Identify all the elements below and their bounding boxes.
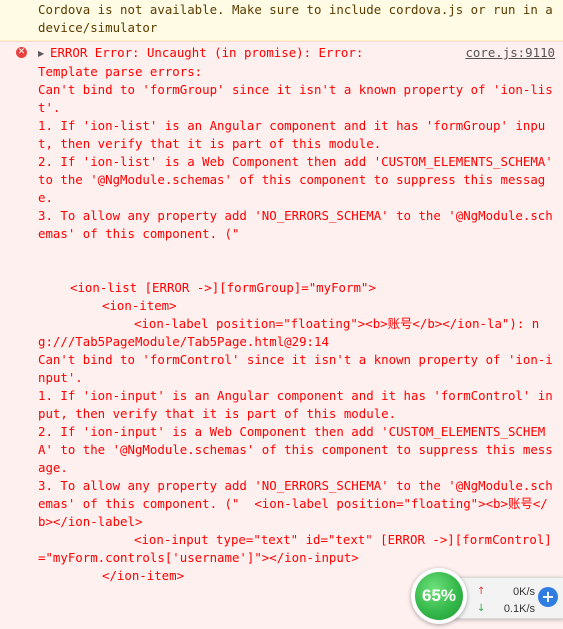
error-line: 1. If 'ion-input' is an Angular componen… (38, 388, 553, 421)
error-line: 1. If 'ion-list' is an Angular component… (38, 118, 546, 151)
download-speed-row: ↓ 0.1K/s (477, 600, 535, 618)
error-line: 2. If 'ion-list' is a Web Component then… (38, 154, 561, 205)
network-speed-widget[interactable]: 65% ↑ 0K/s ↓ 0.1K/s + (411, 568, 563, 624)
download-arrow-icon: ↓ (477, 603, 486, 614)
warning-text: Cordova is not available. Make sure to i… (38, 2, 561, 35)
error-circle-icon: ✕ (16, 47, 27, 58)
plus-button[interactable]: + (538, 587, 558, 607)
memory-gauge[interactable]: 65% (411, 568, 467, 624)
console-warning-message: Cordova is not available. Make sure to i… (0, 0, 563, 41)
error-line: 2. If 'ion-input' is a Web Component the… (38, 424, 553, 475)
template-line: <ion-label position="floating"><b>账号</b>… (38, 316, 540, 349)
error-line: Can't bind to 'formGroup' since it isn't… (38, 82, 553, 115)
console-error-message: ✕ ▶ ERROR Error: Uncaught (in promise): E… (0, 41, 563, 629)
template-line: <ion-list [ERROR ->][formGroup]="myForm"… (70, 280, 376, 295)
error-line: 3. To allow any property add 'NO_ERRORS_… (38, 478, 553, 529)
upload-arrow-icon: ↑ (477, 586, 486, 597)
upload-speed-row: ↑ 0K/s (477, 583, 535, 601)
template-line: <ion-input type="text" id="text" [ERROR … (38, 532, 552, 565)
gauge-percent: 65% (415, 572, 463, 620)
error-headline-row: ▶ ERROR Error: Uncaught (in promise): Err… (38, 44, 555, 63)
error-line: Can't bind to 'formControl' since it isn… (38, 352, 553, 385)
download-speed: 0.1K/s (503, 603, 535, 615)
devtools-console: Cordova is not available. Make sure to i… (0, 0, 563, 629)
error-headline-text: ERROR Error: Uncaught (in promise): Erro… (50, 45, 364, 60)
error-line: Template parse errors: (38, 64, 203, 79)
expand-arrow-icon[interactable]: ▶ (38, 45, 50, 63)
template-line: <ion-item> (102, 298, 177, 313)
upload-speed: 0K/s (512, 586, 535, 598)
error-headline[interactable]: ▶ ERROR Error: Uncaught (in promise): Err… (38, 44, 363, 63)
error-line: 3. To allow any property add 'NO_ERRORS_… (38, 208, 553, 241)
source-link[interactable]: core.js:9110 (465, 44, 555, 63)
